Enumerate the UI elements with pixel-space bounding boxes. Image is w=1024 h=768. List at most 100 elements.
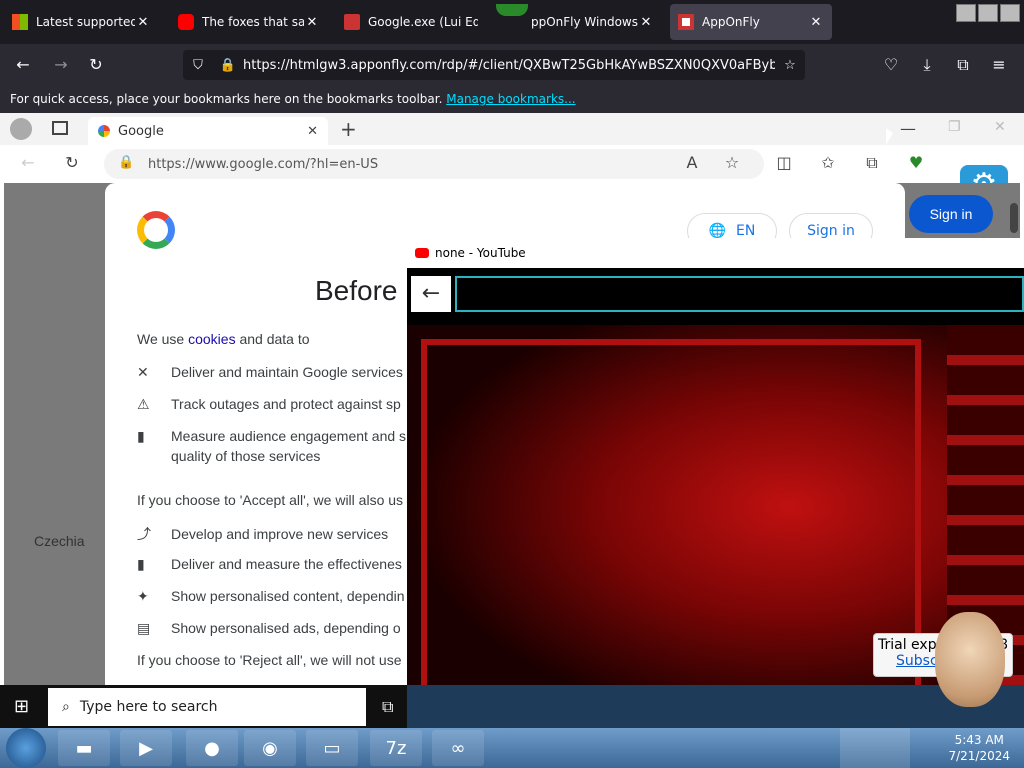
mouse-cursor-icon: [886, 128, 893, 145]
consent-item: ⚠ Track outages and protect against sp: [137, 396, 401, 412]
bar-chart-icon: ▮: [137, 556, 145, 572]
cookies-link[interactable]: cookies: [188, 331, 235, 347]
tab-apponfly[interactable]: AppOnFly ✕: [670, 4, 832, 40]
profile-avatar[interactable]: [10, 118, 32, 140]
sparkle-icon: ✦: [137, 588, 149, 604]
hamster-image: [935, 612, 1005, 707]
taskbar-app-screen[interactable]: ▭: [306, 730, 358, 766]
url-bar[interactable]: ⛉ 🔒 https://htmlgw3.apponfly.com/rdp/#/c…: [183, 50, 805, 80]
manage-bookmarks-link[interactable]: Manage bookmarks...: [446, 92, 575, 106]
star-icon[interactable]: ☆: [775, 58, 805, 73]
windows-icon: [12, 14, 28, 30]
remote-desktop[interactable]: Google ✕ + — ❐ ✕ ← ↻ 🔒 https://www.googl…: [0, 113, 1024, 768]
search-box[interactable]: ⌕ Type here to search: [48, 688, 366, 726]
ad-icon: ▤: [137, 620, 151, 636]
close-icon[interactable]: ✕: [307, 124, 318, 139]
taskbar-area: ⊞ ⌕ Type here to search ⧉ ▬ ▶ ● ◉ ▭ 7z ∞…: [0, 685, 1024, 768]
reload-icon[interactable]: ↻: [85, 54, 107, 76]
extension-badge: [496, 4, 528, 16]
start-orb-icon[interactable]: [6, 728, 46, 768]
close-icon[interactable]: ✕: [135, 15, 151, 30]
url-text[interactable]: https://htmlgw3.apponfly.com/rdp/#/clien…: [243, 58, 775, 73]
tab-latest-supported[interactable]: Latest supported Vis✕: [4, 4, 159, 40]
back-icon[interactable]: ←: [411, 276, 451, 312]
firefox-nav-bar: ← → ↻ ⛉ 🔒 https://htmlgw3.apponfly.com/r…: [0, 44, 1024, 86]
close-button[interactable]: [1000, 4, 1020, 22]
consent-intro: We use cookies and data to: [137, 331, 310, 347]
collections-icon[interactable]: ⧉: [860, 153, 884, 173]
video-frame: [421, 339, 921, 699]
download-icon[interactable]: ⤓: [916, 54, 938, 76]
taskbar-app-globe[interactable]: ●: [186, 730, 238, 766]
tab-foxes[interactable]: The foxes that say HI✕: [170, 4, 328, 40]
taskbar-app-explorer[interactable]: ▬: [58, 730, 110, 766]
reject-text: If you choose to 'Reject all', we will n…: [137, 652, 402, 668]
youtube-search-input[interactable]: [455, 276, 1024, 312]
outer-sign-in-button[interactable]: Sign in: [909, 195, 993, 233]
consent-item: ⤴ Develop and improve new services: [137, 526, 389, 542]
youtube-icon: [415, 248, 429, 258]
close-icon[interactable]: ✕: [638, 15, 654, 30]
bar-chart-icon: ▮: [137, 428, 145, 444]
country-label: Czechia: [34, 533, 85, 549]
read-aloud-icon[interactable]: A: [680, 153, 704, 172]
taskbar-app-media[interactable]: ▶: [120, 730, 172, 766]
restore-icon[interactable]: ❐: [948, 119, 961, 135]
system-tray[interactable]: [840, 728, 910, 768]
forward-icon[interactable]: →: [50, 54, 72, 76]
taskbar-app-firefox[interactable]: ◉: [244, 730, 296, 766]
edge-nav-bar: ← ↻ 🔒 https://www.google.com/?hl=en-US A…: [0, 145, 1024, 205]
consent-item: ✕ Deliver and maintain Google services: [137, 364, 403, 380]
favorites-icon[interactable]: ✩: [816, 153, 840, 172]
edge-address-bar[interactable]: 🔒 https://www.google.com/?hl=en-US: [104, 149, 764, 179]
consent-item-cont: quality of those services: [171, 448, 321, 464]
menu-icon[interactable]: ≡: [988, 54, 1010, 76]
lock-icon: 🔒: [118, 155, 135, 170]
youtube-icon: [178, 14, 194, 30]
pocket-icon[interactable]: ♡: [880, 54, 902, 76]
scrollbar[interactable]: [1010, 203, 1018, 233]
favorite-icon[interactable]: ☆: [720, 153, 744, 172]
extensions-icon[interactable]: ⧉: [952, 54, 974, 76]
edge-tab-google[interactable]: Google ✕: [88, 117, 328, 145]
tab-google-exe[interactable]: Google.exe (Lui Ed: [336, 4, 486, 40]
search-icon: ⌕: [62, 699, 70, 715]
close-icon[interactable]: ✕: [808, 15, 824, 30]
win10-taskbar: ⊞ ⌕ Type here to search ⧉: [0, 685, 407, 728]
task-view-icon[interactable]: ⧉: [382, 697, 393, 717]
lock-icon: 🔒: [219, 57, 237, 73]
warning-icon: ⚠: [137, 396, 150, 412]
health-icon[interactable]: ♥: [904, 153, 928, 172]
windows-start-icon[interactable]: ⊞: [14, 697, 34, 717]
consent-heading: Before: [315, 275, 398, 306]
file-icon: [344, 14, 360, 30]
tools-icon: ✕: [137, 364, 149, 380]
reload-icon[interactable]: ↻: [60, 153, 84, 172]
minimize-icon[interactable]: —: [900, 119, 916, 138]
consent-item: ✦ Show personalised content, dependin: [137, 588, 405, 604]
globe-icon: 🌐: [708, 223, 727, 239]
window-controls: [956, 4, 1020, 24]
taskbar-app-7zip[interactable]: 7z: [370, 730, 422, 766]
close-window-icon[interactable]: ✕: [994, 119, 1006, 135]
split-screen-icon[interactable]: ◫: [772, 153, 796, 172]
bookmarks-toolbar: For quick access, place your bookmarks h…: [0, 86, 1024, 113]
taskbar-app-visual-studio[interactable]: ∞: [432, 730, 484, 766]
youtube-titlebar[interactable]: none - YouTube: [407, 238, 1024, 268]
new-tab-icon[interactable]: +: [340, 117, 357, 141]
win7-taskbar: ▬ ▶ ● ◉ ▭ 7z ∞ 5:43 AM 7/21/2024: [0, 728, 1024, 768]
close-icon[interactable]: ✕: [304, 15, 320, 30]
consent-item: ▮ Deliver and measure the effectivenes: [137, 556, 402, 572]
back-icon[interactable]: ←: [16, 153, 40, 172]
minimize-button[interactable]: [956, 4, 976, 22]
google-logo-icon: [137, 211, 175, 249]
edge-tab-strip: Google ✕ + — ❐ ✕: [0, 113, 1024, 145]
maximize-button[interactable]: [978, 4, 998, 22]
shield-icon[interactable]: ⛉: [183, 58, 213, 73]
consent-item: ▮ Measure audience engagement and s: [137, 428, 407, 444]
consent-item: ▤ Show personalised ads, depending o: [137, 620, 401, 636]
system-clock[interactable]: 5:43 AM 7/21/2024: [948, 732, 1010, 764]
back-icon[interactable]: ←: [12, 54, 34, 76]
accept-text: If you choose to 'Accept all', we will a…: [137, 492, 404, 508]
tab-actions-icon[interactable]: [52, 121, 68, 135]
